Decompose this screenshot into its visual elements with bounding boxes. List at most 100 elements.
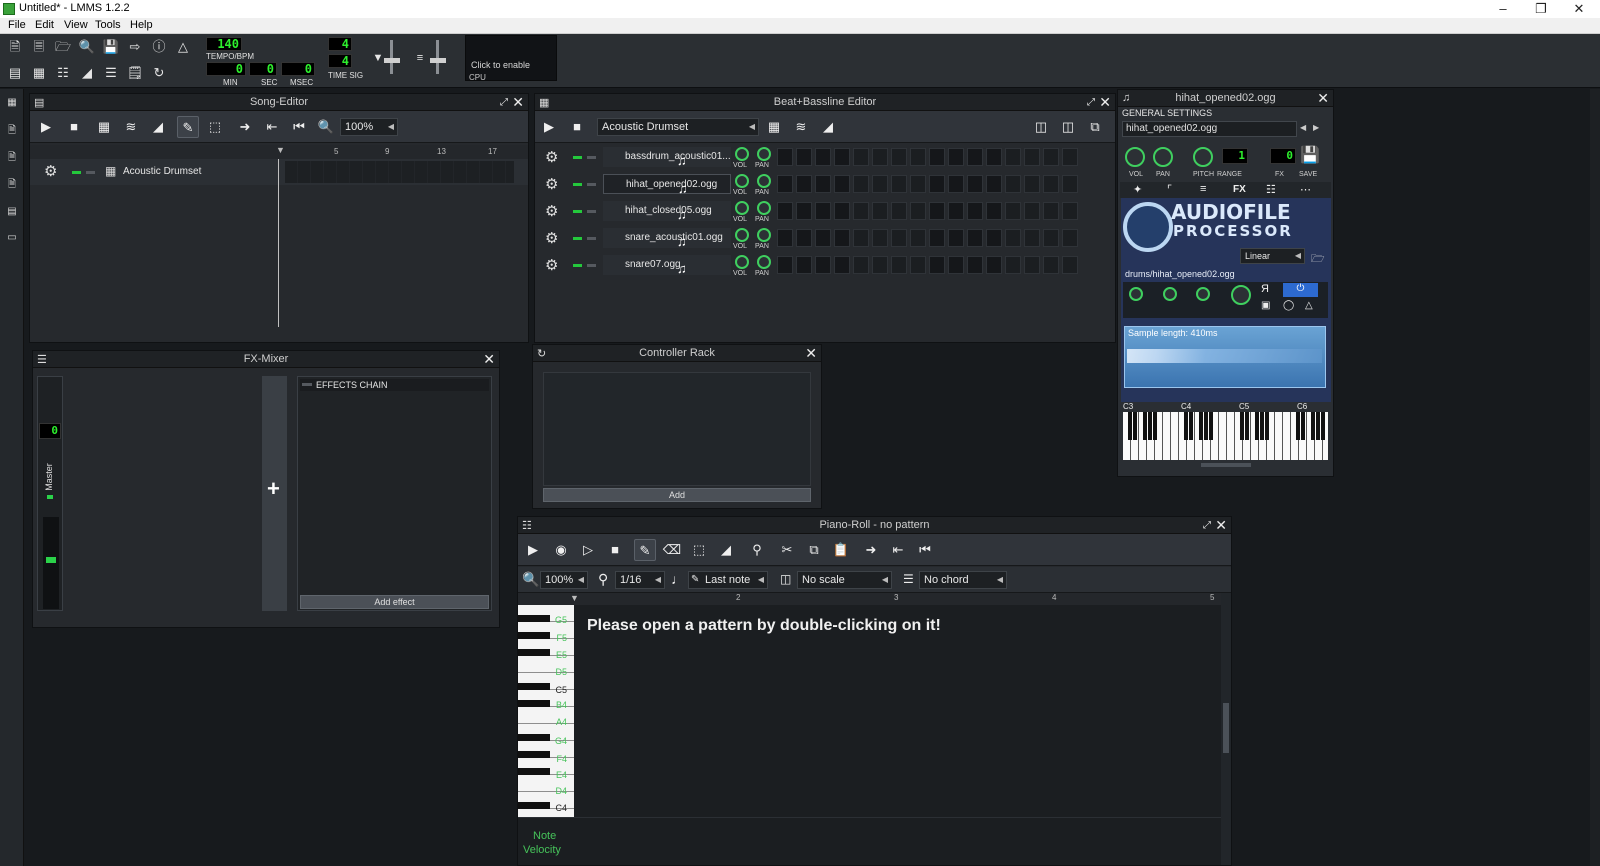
vertical-scrollbar[interactable] xyxy=(1221,593,1231,865)
step-sequencer[interactable] xyxy=(777,199,1087,225)
maximize-icon[interactable]: ⤢ xyxy=(1203,517,1211,534)
master-pitch-slider[interactable] xyxy=(436,40,439,74)
new-project-icon[interactable]: 🗎 xyxy=(5,37,25,57)
next-preset-icon[interactable]: ▶ xyxy=(1313,123,1319,132)
step-button[interactable] xyxy=(929,256,945,274)
solo-toggle[interactable] xyxy=(587,237,596,240)
add-sample-icon[interactable]: ≋ xyxy=(790,116,812,138)
step-sequencer[interactable] xyxy=(777,226,1087,252)
master-channel-strip[interactable]: 0 Master xyxy=(37,376,63,611)
step-button[interactable] xyxy=(872,229,888,247)
step-button[interactable] xyxy=(815,229,831,247)
step-button[interactable] xyxy=(910,229,926,247)
song-timeline[interactable]: ▼ 5 9 13 17 xyxy=(30,145,528,159)
step-button[interactable] xyxy=(1024,148,1040,166)
auto-scroll-button[interactable]: ➜ xyxy=(860,539,882,561)
step-button[interactable] xyxy=(1024,175,1040,193)
step-button[interactable] xyxy=(986,256,1002,274)
step-button[interactable] xyxy=(815,202,831,220)
step-button[interactable] xyxy=(1062,256,1078,274)
pitch-bend-button[interactable]: ◢ xyxy=(715,539,737,561)
step-button[interactable] xyxy=(777,256,793,274)
time-min-display[interactable]: 0 xyxy=(206,62,246,76)
step-button[interactable] xyxy=(853,202,869,220)
maximize-icon[interactable]: ⤢ xyxy=(500,94,508,111)
edit-mode-button[interactable]: ⬚ xyxy=(204,116,226,138)
workspace-scrollbar[interactable] xyxy=(1590,89,1600,866)
keyboard-scrollbar[interactable] xyxy=(1201,463,1251,467)
play-button[interactable]: ▶ xyxy=(522,539,544,561)
solo-toggle[interactable] xyxy=(587,210,596,213)
master-fader[interactable] xyxy=(43,517,59,609)
vol-knob[interactable] xyxy=(735,255,749,269)
step-button[interactable] xyxy=(967,229,983,247)
song-track-name[interactable]: Acoustic Drumset xyxy=(123,166,201,177)
step-button[interactable] xyxy=(872,202,888,220)
step-button[interactable] xyxy=(815,148,831,166)
stutter-toggle-icon[interactable]: ⏻ xyxy=(1283,283,1318,297)
gear-icon[interactable]: ⚙ xyxy=(44,162,57,180)
loop-on-icon[interactable]: ◯ xyxy=(1283,300,1294,311)
tab-plugin[interactable]: ✦ xyxy=(1133,183,1142,196)
bb-kit-select[interactable]: Acoustic Drumset ◀ xyxy=(597,118,759,136)
master-volume-handle[interactable] xyxy=(384,58,400,63)
gear-icon[interactable]: ⚙ xyxy=(545,175,558,193)
close-icon[interactable]: ✕ xyxy=(1317,90,1329,106)
time-msec-display[interactable]: 0 xyxy=(281,62,315,76)
step-button[interactable] xyxy=(967,175,983,193)
select-mode-button[interactable]: ⬚ xyxy=(688,539,710,561)
my-projects-icon[interactable]: ▦ xyxy=(5,97,19,109)
step-sequencer[interactable] xyxy=(777,172,1087,198)
bb-track-name[interactable]: ♫ bassdrum_acoustic01... xyxy=(603,147,731,168)
remove-steps-icon[interactable]: ◫ xyxy=(1030,116,1052,138)
step-button[interactable] xyxy=(986,175,1002,193)
timesig-numerator[interactable]: 4 xyxy=(328,37,352,51)
piano-roll-icon[interactable]: ☷ xyxy=(53,63,73,83)
step-button[interactable] xyxy=(1024,202,1040,220)
cut-button[interactable]: ✂ xyxy=(776,539,798,561)
step-button[interactable] xyxy=(815,256,831,274)
step-button[interactable] xyxy=(834,202,850,220)
solo-toggle[interactable] xyxy=(587,183,596,186)
step-button[interactable] xyxy=(853,256,869,274)
solo-toggle[interactable] xyxy=(86,171,95,174)
step-button[interactable] xyxy=(967,256,983,274)
close-icon[interactable]: ✕ xyxy=(805,345,817,361)
step-button[interactable] xyxy=(910,256,926,274)
pan-knob[interactable] xyxy=(1153,147,1173,167)
bb-track-name[interactable]: ♫ hihat_opened02.ogg xyxy=(603,174,731,196)
step-button[interactable] xyxy=(834,229,850,247)
menu-view[interactable]: View xyxy=(64,19,88,31)
step-button[interactable] xyxy=(910,202,926,220)
stop-button[interactable]: ■ xyxy=(566,116,588,138)
step-button[interactable] xyxy=(872,148,888,166)
vol-knob[interactable] xyxy=(735,201,749,215)
close-icon[interactable]: ✕ xyxy=(1215,517,1227,533)
playhead-marker-icon[interactable]: ▼ xyxy=(276,145,285,155)
vol-knob[interactable] xyxy=(1125,147,1145,167)
whats-this-icon[interactable]: ⓘ xyxy=(149,37,169,57)
interpolation-select[interactable]: Linear ◀ xyxy=(1240,248,1305,264)
draw-mode-button[interactable]: ✎ xyxy=(634,539,656,561)
step-button[interactable] xyxy=(948,175,964,193)
clone-steps-icon[interactable]: ⧉ xyxy=(1084,116,1106,138)
step-button[interactable] xyxy=(1005,202,1021,220)
play-button[interactable]: ▶ xyxy=(35,116,57,138)
paste-button[interactable]: 📋 xyxy=(830,539,852,561)
close-icon[interactable]: ✕ xyxy=(1099,94,1111,110)
mute-toggle[interactable] xyxy=(573,210,582,213)
mute-toggle[interactable] xyxy=(573,156,582,159)
reverse-icon[interactable]: Я xyxy=(1261,283,1269,295)
time-sec-display[interactable]: 0 xyxy=(249,62,277,76)
step-button[interactable] xyxy=(929,148,945,166)
solo-toggle[interactable] xyxy=(587,264,596,267)
add-sample-track-button[interactable]: ≋ xyxy=(120,116,142,138)
auto-scroll-button[interactable]: ➜ xyxy=(234,116,256,138)
record-button[interactable]: ◉ xyxy=(550,539,572,561)
step-button[interactable] xyxy=(891,202,907,220)
step-button[interactable] xyxy=(986,148,1002,166)
song-track-pattern-area[interactable] xyxy=(285,161,514,183)
bb-track-name[interactable]: ♫ hihat_closed05.ogg xyxy=(603,201,731,222)
step-button[interactable] xyxy=(1062,175,1078,193)
master-pitch-handle[interactable] xyxy=(430,58,446,63)
